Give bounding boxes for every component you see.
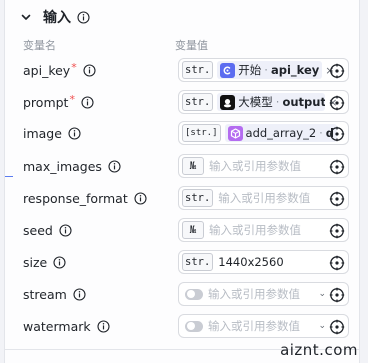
param-row-prompt: prompt * str. 大模型 · output ×: [23, 90, 349, 114]
value-field[interactable]: str. 大模型 · output ×: [178, 90, 349, 114]
param-name: api_key: [23, 62, 71, 78]
type-badge: str.: [182, 93, 214, 111]
value-field[interactable]: str. 开始 · api_key ×: [178, 58, 349, 82]
crosshair-icon[interactable]: [328, 158, 345, 175]
param-name: max_images: [23, 158, 102, 174]
crosshair-icon[interactable]: [328, 286, 345, 303]
required-marker: *: [69, 92, 75, 106]
crosshair-icon[interactable]: [328, 222, 345, 239]
required-marker: *: [71, 60, 77, 74]
value-field[interactable]: № 输入或引用参数值: [178, 154, 349, 178]
param-name: prompt: [23, 94, 69, 110]
type-badge: №: [182, 221, 204, 239]
param-label: response_format: [23, 186, 147, 210]
value-field[interactable]: str. 1440x2560: [178, 250, 349, 274]
param-label: max_images: [23, 154, 121, 178]
input-panel: 输入 变量名 变量值 api_key * str. 开始 · api_key × …: [4, 0, 360, 363]
param-name: image: [23, 125, 62, 141]
param-label: image: [23, 121, 81, 145]
info-icon[interactable]: [108, 159, 121, 173]
reference-node: 大模型: [238, 95, 273, 109]
reference-chip[interactable]: 开始 · api_key: [217, 61, 323, 79]
value-field[interactable]: № 输入或引用参数值: [178, 218, 349, 242]
value-placeholder[interactable]: 输入或引用参数值: [208, 286, 318, 302]
reference-separator: ·: [319, 126, 323, 140]
start-node-icon: [220, 62, 236, 78]
array-node-icon: [227, 125, 243, 141]
llm-node-icon: [220, 94, 236, 110]
section-header[interactable]: 输入: [19, 6, 90, 28]
connector-line: [5, 176, 13, 177]
value-placeholder[interactable]: 输入或引用参数值: [208, 318, 318, 334]
info-icon[interactable]: [53, 255, 66, 269]
param-row-response-format: response_format str. 输入或引用参数值: [23, 186, 349, 210]
reference-node: 开始: [238, 63, 262, 77]
reference-variable: api_key: [270, 63, 320, 77]
info-icon[interactable]: [134, 191, 147, 205]
value-field[interactable]: str. 输入或引用参数值: [178, 186, 349, 210]
param-name: seed: [23, 222, 53, 238]
boolean-toggle[interactable]: [185, 288, 203, 300]
crosshair-icon[interactable]: [328, 254, 345, 271]
type-badge: str.: [182, 189, 214, 207]
info-icon[interactable]: [59, 223, 72, 237]
reference-chip[interactable]: add_array_2 · d: [224, 124, 338, 142]
param-label: stream: [23, 282, 86, 306]
param-label: watermark: [23, 314, 110, 338]
info-icon[interactable]: [83, 63, 96, 77]
type-badge: str.: [182, 253, 214, 271]
watermark-text: aiznt.com: [280, 341, 358, 359]
info-icon[interactable]: [81, 95, 94, 109]
crosshair-icon[interactable]: [328, 62, 345, 79]
param-name: response_format: [23, 190, 128, 206]
crosshair-icon[interactable]: [328, 94, 345, 111]
value-field[interactable]: [str.] add_array_2 · d: [178, 121, 349, 145]
reference-node: add_array_2: [245, 126, 317, 140]
chevron-down-icon[interactable]: ⌄: [318, 321, 326, 331]
reference-variable: output: [282, 95, 326, 109]
info-icon[interactable]: [68, 126, 81, 140]
info-icon[interactable]: [97, 319, 110, 333]
reference-chip[interactable]: 大模型 · output: [217, 93, 326, 111]
boolean-toggle[interactable]: [185, 320, 203, 332]
column-header-value: 变量值: [175, 39, 208, 52]
info-icon[interactable]: [77, 10, 90, 24]
param-row-size: size str. 1440x2560: [23, 250, 349, 274]
section-title: 输入: [43, 10, 71, 26]
param-label: api_key *: [23, 58, 96, 82]
chevron-down-icon[interactable]: [19, 10, 33, 24]
type-badge: [str.]: [182, 124, 221, 142]
param-row-image: image [str.] add_array_2 · d: [23, 121, 349, 145]
type-badge: str.: [182, 61, 214, 79]
crosshair-icon[interactable]: [328, 318, 345, 335]
reference-separator: ·: [275, 95, 280, 109]
value-field[interactable]: 输入或引用参数值 ⌄: [178, 314, 349, 338]
value-field[interactable]: 输入或引用参数值 ⌄: [178, 282, 349, 306]
param-name: watermark: [23, 318, 91, 334]
param-row-max-images: max_images № 输入或引用参数值: [23, 154, 349, 178]
type-badge: №: [182, 157, 204, 175]
param-row-seed: seed № 输入或引用参数值: [23, 218, 349, 242]
param-row-api-key: api_key * str. 开始 · api_key ×: [23, 58, 349, 82]
param-row-stream: stream 输入或引用参数值 ⌄: [23, 282, 349, 306]
param-label: seed: [23, 218, 72, 242]
param-label: prompt *: [23, 90, 94, 114]
info-icon[interactable]: [73, 287, 86, 301]
chevron-down-icon[interactable]: ⌄: [318, 289, 326, 299]
param-label: size: [23, 250, 66, 274]
column-header-name: 变量名: [23, 39, 56, 52]
param-name: size: [23, 254, 48, 270]
param-name: stream: [23, 286, 67, 302]
reference-separator: ·: [264, 63, 268, 77]
param-row-watermark: watermark 输入或引用参数值 ⌄: [23, 314, 349, 338]
crosshair-icon[interactable]: [328, 125, 345, 142]
crosshair-icon[interactable]: [328, 190, 345, 207]
